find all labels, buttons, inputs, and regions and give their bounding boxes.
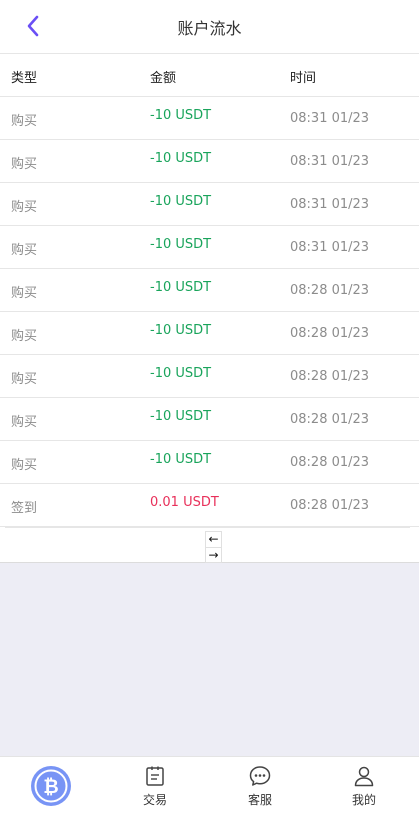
- row-amount: -10 USDT: [150, 108, 212, 123]
- tab-mine-label: 我的: [351, 793, 376, 807]
- next-page-button[interactable]: →: [206, 547, 221, 563]
- clipboard-icon: [146, 766, 164, 786]
- row-type: 购买: [11, 114, 38, 129]
- tab-trade-label: 交易: [142, 793, 167, 807]
- table-row: 签到 0.01 USDT 08:28 01/23: [0, 484, 419, 527]
- transaction-table: 类型 金额 时间 购买 -10 USDT 08:31 01/23 购买 -10 USDT…: [0, 54, 419, 563]
- tab-service-label: 客服: [247, 793, 272, 807]
- row-time: 08:28 01/23: [290, 326, 370, 341]
- row-time: 08:28 01/23: [290, 283, 370, 298]
- row-amount: -10 USDT: [150, 452, 212, 467]
- table-row: 购买 -10 USDT 08:28 01/23: [0, 398, 419, 441]
- row-amount: -10 USDT: [150, 280, 212, 295]
- row-type: 购买: [11, 415, 38, 430]
- row-time: 08:31 01/23: [290, 240, 370, 255]
- table-header-row: 类型 金额 时间: [0, 54, 419, 97]
- bottom-tab-bar: ₿ 交易 客服 我的: [0, 756, 419, 815]
- row-amount: -10 USDT: [150, 409, 212, 424]
- row-type: 购买: [11, 157, 38, 172]
- table-row: 购买 -10 USDT 08:31 01/23: [0, 140, 419, 183]
- row-time: 08:28 01/23: [290, 412, 370, 427]
- table-row: 购买 -10 USDT 08:28 01/23: [0, 355, 419, 398]
- table-row: 购买 -10 USDT 08:31 01/23: [0, 97, 419, 140]
- chat-bubble-icon: [249, 766, 271, 786]
- table-row: 购买 -10 USDT 08:31 01/23: [0, 183, 419, 226]
- svg-text:₿: ₿: [43, 776, 58, 798]
- row-time: 08:31 01/23: [290, 111, 370, 126]
- top-bar: 账户流水: [0, 0, 419, 54]
- tab-trade[interactable]: 交易: [115, 757, 195, 815]
- column-header-amount: 金额: [150, 71, 177, 86]
- row-time: 08:28 01/23: [290, 498, 370, 513]
- user-icon: [354, 766, 374, 787]
- page-title: 账户流水: [177, 19, 242, 38]
- table-row: 购买 -10 USDT 08:28 01/23: [0, 312, 419, 355]
- column-header-time: 时间: [290, 71, 317, 86]
- row-time: 08:31 01/23: [290, 154, 370, 169]
- row-time: 08:28 01/23: [290, 369, 370, 384]
- row-amount: -10 USDT: [150, 237, 212, 252]
- row-type: 购买: [11, 372, 38, 387]
- column-header-type: 类型: [11, 71, 38, 86]
- row-amount: -10 USDT: [150, 151, 212, 166]
- row-type: 签到: [11, 501, 38, 516]
- table-row: 购买 -10 USDT 08:31 01/23: [0, 226, 419, 269]
- row-amount: -10 USDT: [150, 194, 212, 209]
- row-type: 购买: [11, 286, 38, 301]
- row-type: 购买: [11, 458, 38, 473]
- pagination-controls: ← →: [205, 531, 222, 563]
- row-type: 购买: [11, 200, 38, 215]
- pagination: ← →: [5, 527, 410, 563]
- prev-page-button[interactable]: ←: [206, 532, 221, 547]
- row-amount: -10 USDT: [150, 323, 212, 338]
- tab-service[interactable]: 客服: [220, 757, 300, 815]
- row-type: 购买: [11, 243, 38, 258]
- row-amount: 0.01 USDT: [150, 495, 219, 510]
- tab-home[interactable]: ₿: [11, 757, 91, 815]
- row-type: 购买: [11, 329, 38, 344]
- table-row: 购买 -10 USDT 08:28 01/23: [0, 269, 419, 312]
- tab-mine[interactable]: 我的: [324, 757, 404, 815]
- row-time: 08:28 01/23: [290, 455, 370, 470]
- bitcoin-icon: ₿: [31, 766, 71, 806]
- row-amount: -10 USDT: [150, 366, 212, 381]
- row-time: 08:31 01/23: [290, 197, 370, 212]
- table-row: 购买 -10 USDT 08:28 01/23: [0, 441, 419, 484]
